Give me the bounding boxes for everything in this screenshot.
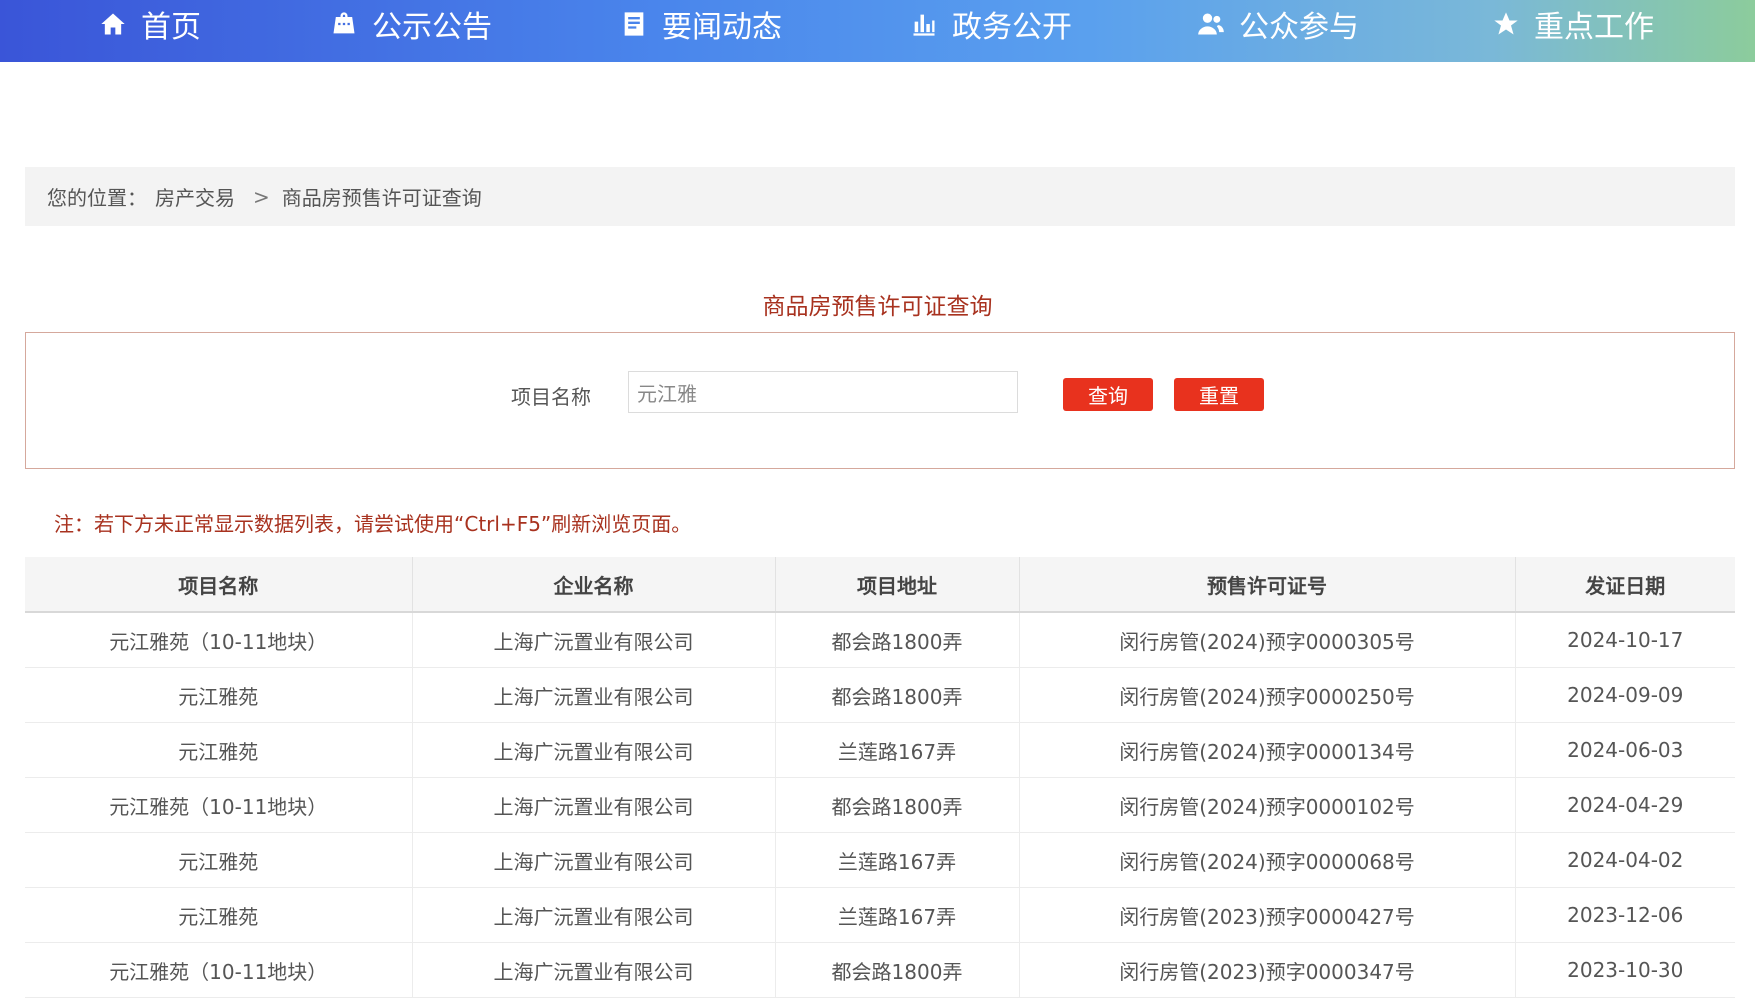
news-icon <box>624 12 644 36</box>
cell-project-name: 元江雅苑（10-11地块） <box>25 942 413 998</box>
cell-company-name: 上海广沅置业有限公司 <box>412 667 776 723</box>
users-icon <box>1198 13 1224 35</box>
nav-item-label: 首页 <box>141 10 201 45</box>
cell-company-name: 上海广沅置业有限公司 <box>412 722 776 778</box>
breadcrumb-separator: > <box>253 184 270 209</box>
home-icon <box>101 13 125 35</box>
cell-permit-number: 闵行房管(2023)预字0000347号 <box>1019 942 1516 998</box>
cell-project-address: 兰莲路167弄 <box>775 722 1020 778</box>
cell-company-name: 上海广沅置业有限公司 <box>412 942 776 998</box>
table-row[interactable]: 元江雅苑（10-11地块） 上海广沅置业有限公司 都会路1800弄 闵行房管(2… <box>25 942 1735 998</box>
header-project-name: 项目名称 <box>25 557 413 613</box>
cell-project-name: 元江雅苑 <box>25 722 413 778</box>
refresh-note: 注：若下方未正常显示数据列表，请尝试使用“Ctrl+F5”刷新浏览页面。 <box>54 512 692 536</box>
project-name-input[interactable] <box>628 371 1018 413</box>
cell-permit-number: 闵行房管(2024)预字0000250号 <box>1019 667 1516 723</box>
query-button[interactable]: 查询 <box>1063 378 1153 411</box>
cell-issue-date: 2024-10-17 <box>1515 612 1735 668</box>
nav-item-label: 要闻动态 <box>662 10 782 45</box>
cell-project-name: 元江雅苑 <box>25 887 413 943</box>
stats-icon <box>913 14 935 36</box>
header-project-address: 项目地址 <box>775 557 1020 613</box>
nav-item-notice[interactable]: 公示公告 <box>330 0 492 48</box>
cell-project-address: 都会路1800弄 <box>775 612 1020 668</box>
cell-permit-number: 闵行房管(2023)预字0000427号 <box>1019 887 1516 943</box>
header-issue-date: 发证日期 <box>1515 557 1735 613</box>
presale-permit-table: 项目名称 企业名称 项目地址 预售许可证号 发证日期 元江雅苑（10-11地块）… <box>25 557 1735 998</box>
table-row[interactable]: 元江雅苑 上海广沅置业有限公司 兰莲路167弄 闵行房管(2024)预字0000… <box>25 722 1735 778</box>
cell-project-address: 都会路1800弄 <box>775 942 1020 998</box>
nav-item-label: 公示公告 <box>372 10 492 45</box>
cell-project-name: 元江雅苑（10-11地块） <box>25 777 413 833</box>
cell-issue-date: 2023-12-06 <box>1515 887 1735 943</box>
breadcrumb-current: 商品房预售许可证查询 <box>281 186 482 210</box>
table-header-row: 项目名称 企业名称 项目地址 预售许可证号 发证日期 <box>25 557 1735 613</box>
nav-item-home[interactable]: 首页 <box>99 0 201 48</box>
breadcrumb-link-real-estate[interactable]: 房产交易 <box>155 182 235 211</box>
top-navigation: 首页 公示公告 要闻动态 政务公开 公众参与 重点工作 <box>0 0 1755 62</box>
header-permit-number: 预售许可证号 <box>1019 557 1516 613</box>
search-panel: 项目名称 查询 重置 <box>25 332 1735 469</box>
header-company-name: 企业名称 <box>412 557 776 613</box>
nav-item-label: 重点工作 <box>1534 10 1654 45</box>
star-icon <box>1494 12 1518 35</box>
cell-permit-number: 闵行房管(2024)预字0000102号 <box>1019 777 1516 833</box>
reset-button[interactable]: 重置 <box>1174 378 1264 411</box>
nav-item-gov-affairs[interactable]: 政务公开 <box>910 0 1072 48</box>
cell-issue-date: 2023-10-30 <box>1515 942 1735 998</box>
breadcrumb: 您的位置： 房产交易 > 商品房预售许可证查询 <box>25 167 1735 226</box>
cell-project-name: 元江雅苑 <box>25 667 413 723</box>
table-row[interactable]: 元江雅苑（10-11地块） 上海广沅置业有限公司 都会路1800弄 闵行房管(2… <box>25 777 1735 833</box>
nav-item-label: 政务公开 <box>952 10 1072 45</box>
cell-company-name: 上海广沅置业有限公司 <box>412 777 776 833</box>
nav-item-label: 公众参与 <box>1239 10 1359 45</box>
cell-issue-date: 2024-04-29 <box>1515 777 1735 833</box>
cell-company-name: 上海广沅置业有限公司 <box>412 887 776 943</box>
cell-issue-date: 2024-09-09 <box>1515 667 1735 723</box>
cell-company-name: 上海广沅置业有限公司 <box>412 612 776 668</box>
cell-project-address: 都会路1800弄 <box>775 667 1020 723</box>
cell-project-address: 都会路1800弄 <box>775 777 1020 833</box>
table-row[interactable]: 元江雅苑（10-11地块） 上海广沅置业有限公司 都会路1800弄 闵行房管(2… <box>25 612 1735 668</box>
cell-permit-number: 闵行房管(2024)预字0000068号 <box>1019 832 1516 888</box>
cell-permit-number: 闵行房管(2024)预字0000134号 <box>1019 722 1516 778</box>
table-row[interactable]: 元江雅苑 上海广沅置业有限公司 都会路1800弄 闵行房管(2024)预字000… <box>25 667 1735 723</box>
cell-permit-number: 闵行房管(2024)预字0000305号 <box>1019 612 1516 668</box>
cell-project-name: 元江雅苑（10-11地块） <box>25 612 413 668</box>
page-title: 商品房预售许可证查询 <box>762 294 993 320</box>
notice-icon <box>333 12 355 34</box>
nav-item-key-work[interactable]: 重点工作 <box>1492 0 1654 48</box>
project-name-label: 项目名称 <box>511 385 591 409</box>
nav-item-news[interactable]: 要闻动态 <box>620 0 782 48</box>
cell-issue-date: 2024-04-02 <box>1515 832 1735 888</box>
nav-item-participation[interactable]: 公众参与 <box>1197 0 1359 48</box>
breadcrumb-prefix: 您的位置： <box>47 186 147 210</box>
table-row[interactable]: 元江雅苑 上海广沅置业有限公司 兰莲路167弄 闵行房管(2024)预字0000… <box>25 832 1735 888</box>
cell-company-name: 上海广沅置业有限公司 <box>412 832 776 888</box>
table-row[interactable]: 元江雅苑 上海广沅置业有限公司 兰莲路167弄 闵行房管(2023)预字0000… <box>25 887 1735 943</box>
cell-project-name: 元江雅苑 <box>25 832 413 888</box>
cell-project-address: 兰莲路167弄 <box>775 832 1020 888</box>
cell-project-address: 兰莲路167弄 <box>775 887 1020 943</box>
cell-issue-date: 2024-06-03 <box>1515 722 1735 778</box>
